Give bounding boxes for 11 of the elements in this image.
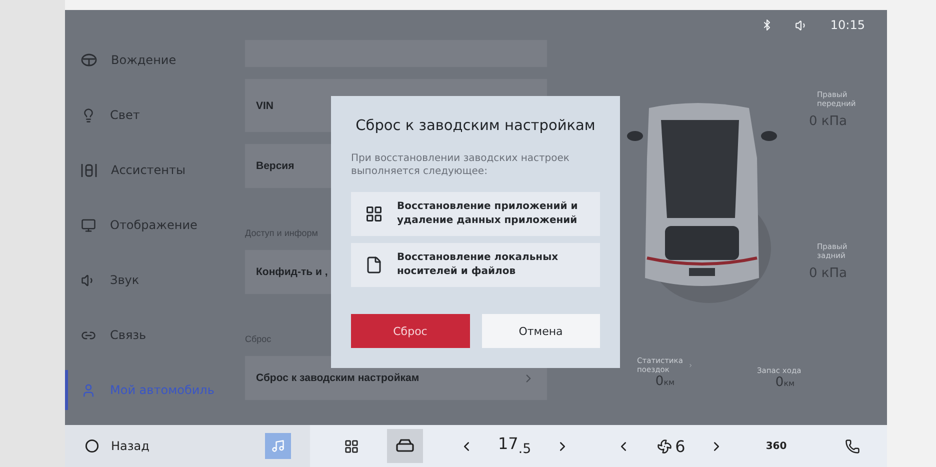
tire-pressure: 0 кПа <box>809 266 847 281</box>
fan-level: 6 <box>675 436 686 456</box>
reset-item: Восстановление приложений и удаление данных приложений <box>351 192 600 236</box>
dialog-title: Сброс к заводским настройкам <box>354 118 596 134</box>
stat-value: 0км <box>655 374 675 389</box>
stat-value: 0км <box>775 375 795 390</box>
dialog-description: При восстановлении заводских настроек выполняется следующее: <box>351 152 570 178</box>
reset-item: Восстановление локальных носителей и файлов <box>351 243 600 287</box>
tire-pressure: 0 кПа <box>809 114 847 129</box>
clock-time: 10:15 <box>830 18 865 32</box>
temperature-value: 17$_{.5}$ <box>498 434 532 458</box>
